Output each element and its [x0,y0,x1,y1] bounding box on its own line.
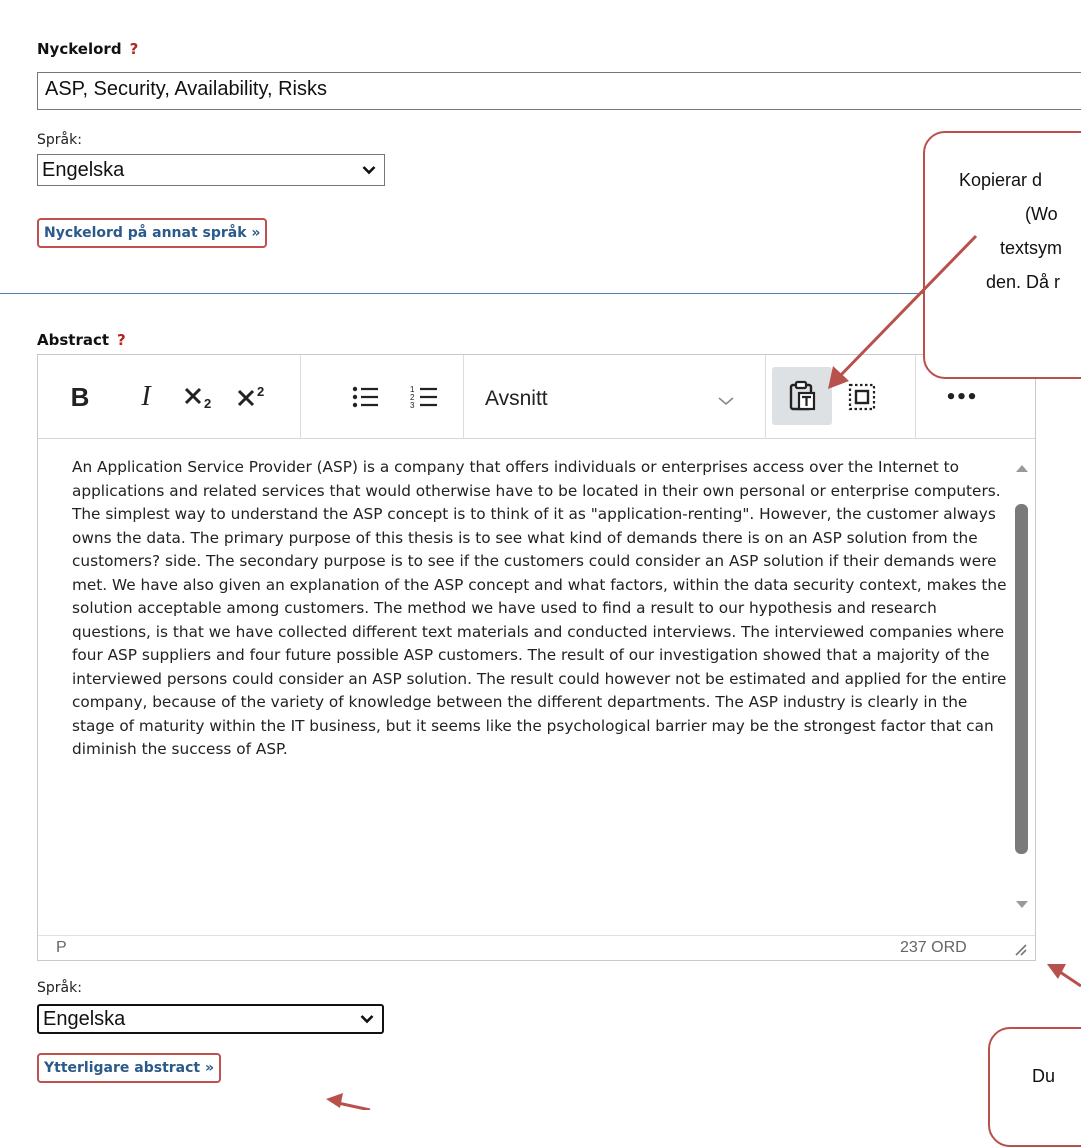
editor-statusbar: P 237 ORD [38,935,1035,961]
scroll-up-icon[interactable] [1015,458,1029,477]
svg-text:2: 2 [204,396,211,411]
toolbar-separator [765,355,766,439]
editor-toolbar: B I 2 2 123 Avsnitt ••• [38,355,1035,439]
keywords-language-select[interactable]: Engelska [37,154,385,186]
bullet-list-button[interactable] [346,375,386,419]
keywords-input[interactable]: ASP, Security, Availability, Risks [37,72,1081,110]
abstract-text-area[interactable]: An Application Service Provider (ASP) is… [38,440,1008,935]
callout-line: Du [1032,1066,1056,1086]
subscript-button[interactable]: 2 [178,375,226,419]
abstract-label: Abstract? [37,331,126,349]
abstract-language-label: Språk: [37,980,82,996]
chevron-down-icon [356,1009,378,1029]
keywords-label: Nyckelord? [37,40,139,58]
bold-button[interactable]: B [60,375,100,419]
toolbar-separator [300,355,301,439]
numbered-list-icon: 123 [410,385,437,410]
element-path[interactable]: P [56,939,67,957]
subscript-icon: 2 [184,387,211,411]
toolbar-separator [915,355,916,439]
abstract-language-select[interactable]: Engelska [37,1004,384,1034]
select-all-icon [848,383,876,411]
scrollbar-thumb[interactable] [1015,504,1028,854]
chevron-down-icon[interactable] [718,391,734,410]
section-divider [0,293,1081,294]
abstract-language-value: Engelska [43,1007,126,1030]
more-abstract-button[interactable]: Ytterligare abstract » [37,1053,222,1083]
paste-as-text-button[interactable] [772,367,832,425]
arrow-to-resize-handle [1047,964,1081,988]
keywords-language-value: Engelska [42,158,125,181]
bullet-list-icon [352,386,378,408]
scroll-down-icon[interactable] [1015,895,1029,914]
paste-as-text-icon [789,380,816,411]
abstract-editor: B I 2 2 123 Avsnitt ••• An Application S… [37,354,1036,961]
superscript-button[interactable]: 2 [231,375,279,419]
word-count: 237 ORD [900,939,967,956]
callout-line: (Wo [1025,204,1058,224]
annotation-callout-top: Kopierar d (Wo textsym den. Då r [923,131,1081,379]
italic-button[interactable]: I [126,375,166,419]
resize-handle-icon[interactable] [1012,941,1028,962]
svg-text:2: 2 [257,384,264,399]
keywords-help-icon[interactable]: ? [130,40,139,58]
callout-line: den. Då r [986,272,1061,292]
toolbar-separator [463,355,464,439]
more-options-button[interactable]: ••• [936,375,986,419]
svg-text:3: 3 [410,401,415,410]
keywords-other-language-button[interactable]: Nyckelord på annat språk » [37,218,268,248]
superscript-icon: 2 [237,384,264,407]
abstract-help-icon[interactable]: ? [117,331,126,349]
keywords-language-label: Språk: [37,132,82,148]
callout-line: textsym [1000,238,1063,258]
annotation-callout-bottom: Du [988,1027,1081,1147]
numbered-list-button[interactable]: 123 [405,375,445,419]
paragraph-format-select[interactable]: Avsnitt [485,387,548,411]
select-all-button[interactable] [840,375,884,419]
chevron-down-icon [358,160,380,180]
editor-scrollbar[interactable] [1010,440,1034,935]
callout-line: Kopierar d [959,170,1043,190]
arrow-to-more-abstract-button [326,1093,371,1110]
